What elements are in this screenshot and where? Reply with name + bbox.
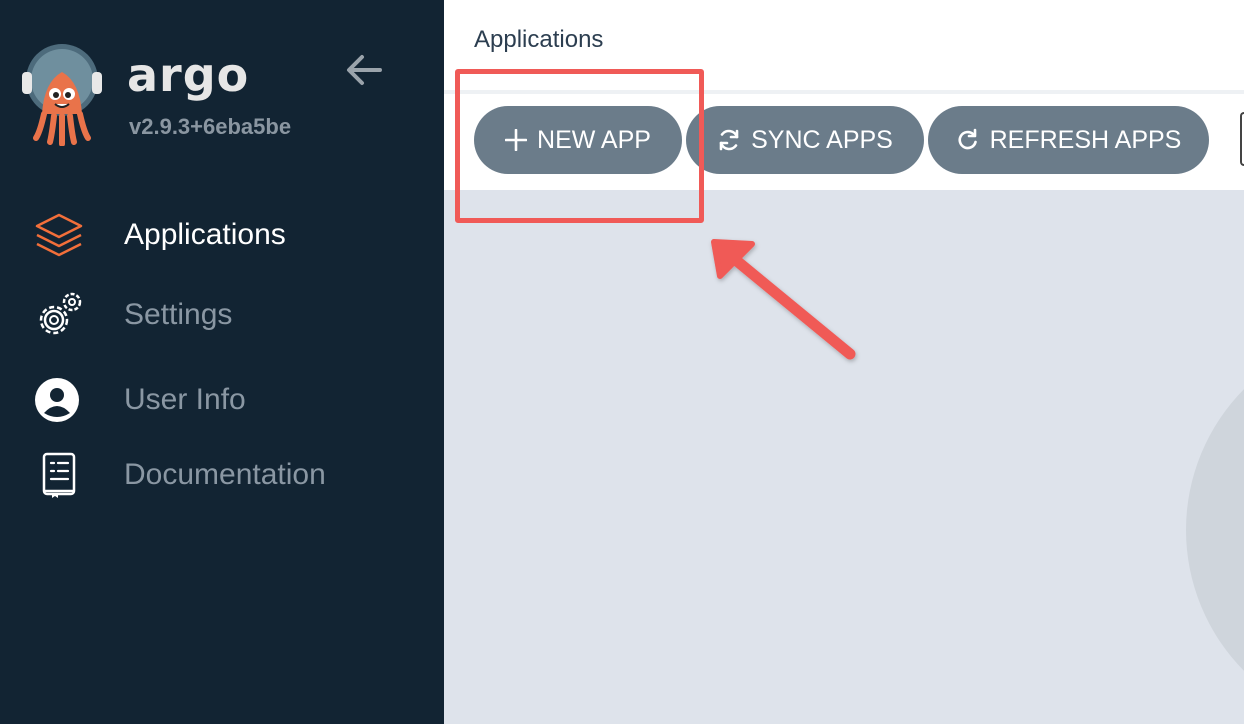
page-title: Applications [474,26,604,53]
sidebar-item-label: Applications [124,218,286,251]
applications-content-area [444,190,1244,724]
book-icon [34,450,86,500]
gears-icon [34,290,86,340]
refresh-icon [956,128,980,152]
argo-logo[interactable] [22,42,102,147]
more-toolbar-button[interactable] [1240,112,1244,166]
sidebar-item-applications[interactable]: Applications [34,210,286,260]
user-circle-icon [34,375,86,425]
sidebar-item-user-info[interactable]: User Info [34,375,246,425]
layers-icon [34,210,86,260]
brand-name: argo [127,48,250,102]
sidebar-item-label: Settings [124,298,233,331]
empty-state-illustration [1186,330,1244,724]
new-app-label: NEW APP [537,125,651,154]
sidebar: argo v2.9.3+6eba5be Applications Setting… [0,0,444,724]
collapse-sidebar-arrow-icon[interactable] [344,52,384,88]
plus-icon [505,129,528,151]
new-app-button[interactable]: NEW APP [474,106,682,174]
sync-apps-label: SYNC APPS [751,125,893,154]
version-label: v2.9.3+6eba5be [129,114,292,139]
sidebar-item-documentation[interactable]: Documentation [34,450,326,500]
sidebar-item-settings[interactable]: Settings [34,290,232,340]
sync-icon [717,128,741,152]
refresh-apps-button[interactable]: REFRESH APPS [928,106,1209,174]
sync-apps-button[interactable]: SYNC APPS [686,106,924,174]
sidebar-item-label: User Info [124,383,246,416]
sidebar-item-label: Documentation [124,458,326,491]
refresh-apps-label: REFRESH APPS [989,125,1182,154]
